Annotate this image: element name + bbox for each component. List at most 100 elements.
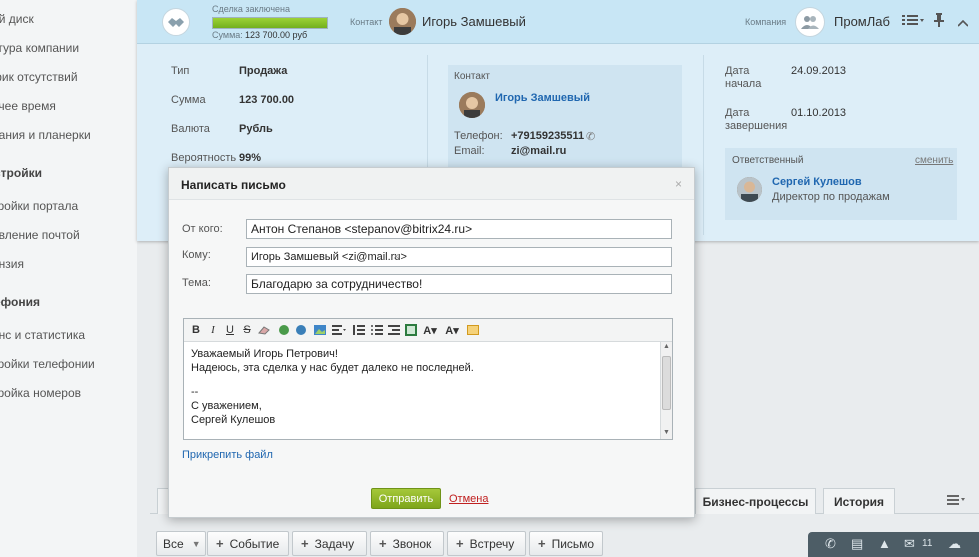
company-label: Компания (745, 17, 787, 27)
sidebar-item-worktime[interactable]: очее время (0, 99, 56, 113)
filter-value: Все (163, 536, 184, 551)
dialog-title: Написать письмо (181, 178, 286, 192)
body-line: -- (191, 386, 199, 398)
left-sidebar: ий диск ктура компании фик отсутствий оч… (0, 0, 137, 557)
plus-icon: + (301, 536, 309, 551)
email-value[interactable]: zi@mail.ru (511, 145, 566, 157)
sidebar-item-structure[interactable]: ктура компании (0, 41, 79, 55)
scroll-thumb[interactable] (662, 356, 671, 410)
table-icon[interactable] (404, 323, 418, 337)
call-icon[interactable]: ✆ (586, 130, 595, 143)
font-size-icon[interactable]: A▾ (423, 323, 437, 337)
end-date-label: Дата завершения (725, 107, 788, 132)
responsible-header: Ответственный (732, 155, 804, 166)
responsible-avatar[interactable] (737, 177, 762, 202)
add-event-button[interactable]: + Событие (207, 531, 289, 556)
sum-field-label: Сумма (171, 94, 206, 106)
company-name[interactable]: ПромЛаб (834, 14, 890, 29)
add-email-button[interactable]: + Письмо (529, 531, 603, 556)
end-date-value: 01.10.2013 (791, 107, 847, 119)
attach-file-link[interactable]: Прикрепить файл (182, 449, 273, 461)
list-menu-icon[interactable] (902, 14, 924, 29)
type-value: Продажа (239, 65, 288, 77)
scroll-down-icon[interactable]: ▼ (663, 429, 670, 436)
unlink-icon[interactable] (294, 323, 308, 337)
bell-icon[interactable]: ▲ (878, 536, 891, 551)
sidebar-item-disk[interactable]: ий диск (0, 12, 34, 26)
link-icon[interactable] (277, 323, 291, 337)
chat-icon[interactable]: ▤ (851, 536, 863, 552)
contact-card-name[interactable]: Игорь Замшевый (495, 92, 590, 104)
add-meeting-button[interactable]: + Встречу (447, 531, 526, 556)
sidebar-item-license[interactable]: ензия (0, 257, 24, 271)
scroll-up-icon[interactable]: ▲ (663, 343, 670, 350)
cancel-link[interactable]: Отмена (449, 493, 488, 505)
company-icon (795, 7, 825, 37)
collapse-icon[interactable] (957, 16, 969, 30)
tab-history[interactable]: История (823, 488, 895, 514)
contact-name-header[interactable]: Игорь Замшевый (422, 14, 526, 29)
contact-label: Контакт (350, 17, 383, 27)
compose-email-dialog: Написать письмо × От кого: Антон Степано… (168, 167, 695, 518)
outdent-icon[interactable] (387, 323, 401, 337)
add-task-button[interactable]: + Задачу (292, 531, 367, 556)
to-field[interactable]: Игорь Замшевый <zi@mail.ru> × (246, 247, 672, 267)
tab-business-processes[interactable]: Бизнес-процессы (695, 488, 816, 514)
sidebar-item-numbers[interactable]: тройка номеров (0, 386, 81, 400)
bold-icon[interactable]: B (189, 323, 203, 337)
pin-icon[interactable] (934, 13, 944, 30)
cloud-icon[interactable]: ☁ (948, 536, 961, 552)
sum-value: 123 700.00 руб (245, 30, 308, 40)
phone-value[interactable]: +79159235511 (511, 130, 584, 142)
close-icon[interactable]: × (675, 177, 682, 191)
deal-status: Сделка заключена (212, 4, 290, 14)
body-line: С уважением, (191, 400, 262, 412)
type-label: Тип (171, 65, 190, 77)
remove-recipient-icon[interactable]: × (393, 251, 399, 263)
strikethrough-icon[interactable]: S (240, 323, 254, 337)
sidebar-item-portal-settings[interactable]: тройки портала (0, 199, 78, 213)
handshake-icon (162, 8, 190, 36)
source-toggle-icon[interactable] (466, 323, 480, 337)
tabs-menu-icon[interactable] (947, 494, 965, 508)
probability-label: Вероятность (171, 152, 237, 164)
contact-card-avatar[interactable] (459, 92, 485, 118)
plus-icon: + (456, 536, 464, 551)
responsible-name[interactable]: Сергей Кулешов (772, 176, 862, 188)
sidebar-item-mail[interactable]: авление почтой (0, 228, 80, 242)
sidebar-item-absence[interactable]: фик отсутствий (0, 70, 78, 84)
font-color-icon[interactable]: A▾ (445, 323, 459, 337)
eraser-icon[interactable] (257, 323, 271, 337)
sidebar-item-meetings[interactable]: рания и планерки (0, 128, 91, 142)
message-editor[interactable]: B I U S A▾ A▾ Уважаемый Игорь Петрович! … (183, 318, 673, 440)
email-label: Email: (454, 145, 485, 157)
plus-icon: + (538, 536, 546, 551)
responsible-position: Директор по продажам (772, 191, 890, 203)
start-date-value: 24.09.2013 (791, 65, 847, 77)
contact-avatar[interactable] (389, 8, 416, 35)
sidebar-item-balance[interactable]: анс и статистика (0, 328, 85, 342)
underline-icon[interactable]: U (223, 323, 237, 337)
editor-toolbar: B I U S A▾ A▾ (184, 319, 672, 342)
filter-select[interactable]: Все ▼ (156, 531, 206, 556)
image-icon[interactable] (313, 323, 327, 337)
send-button[interactable]: Отправить (371, 488, 441, 509)
mail-icon[interactable]: ✉ (904, 536, 915, 552)
change-responsible-link[interactable]: сменить (915, 155, 953, 166)
italic-icon[interactable]: I (206, 323, 220, 337)
phone-icon[interactable]: ✆ (825, 536, 836, 552)
body-line: Уважаемый Игорь Петрович! (191, 348, 338, 360)
from-field[interactable]: Антон Степанов <stepanov@bitrix24.ru> (246, 219, 672, 239)
probability-value: 99% (239, 152, 262, 164)
plus-icon: + (379, 536, 387, 551)
sidebar-section-settings: стройки (0, 166, 42, 180)
subject-field[interactable]: Благодарю за сотрудничество! (246, 274, 672, 294)
add-call-button[interactable]: + Звонок (370, 531, 444, 556)
contact-card-header: Контакт (454, 71, 491, 82)
numbered-list-icon[interactable] (352, 323, 366, 337)
editor-scrollbar[interactable]: ▲ ▼ (660, 342, 672, 439)
sidebar-item-telephony-settings[interactable]: тройки телефонии (0, 357, 95, 371)
align-icon[interactable] (332, 323, 346, 337)
responsible-card: Ответственный сменить Сергей Кулешов Дир… (725, 148, 957, 220)
bullet-list-icon[interactable] (370, 323, 384, 337)
